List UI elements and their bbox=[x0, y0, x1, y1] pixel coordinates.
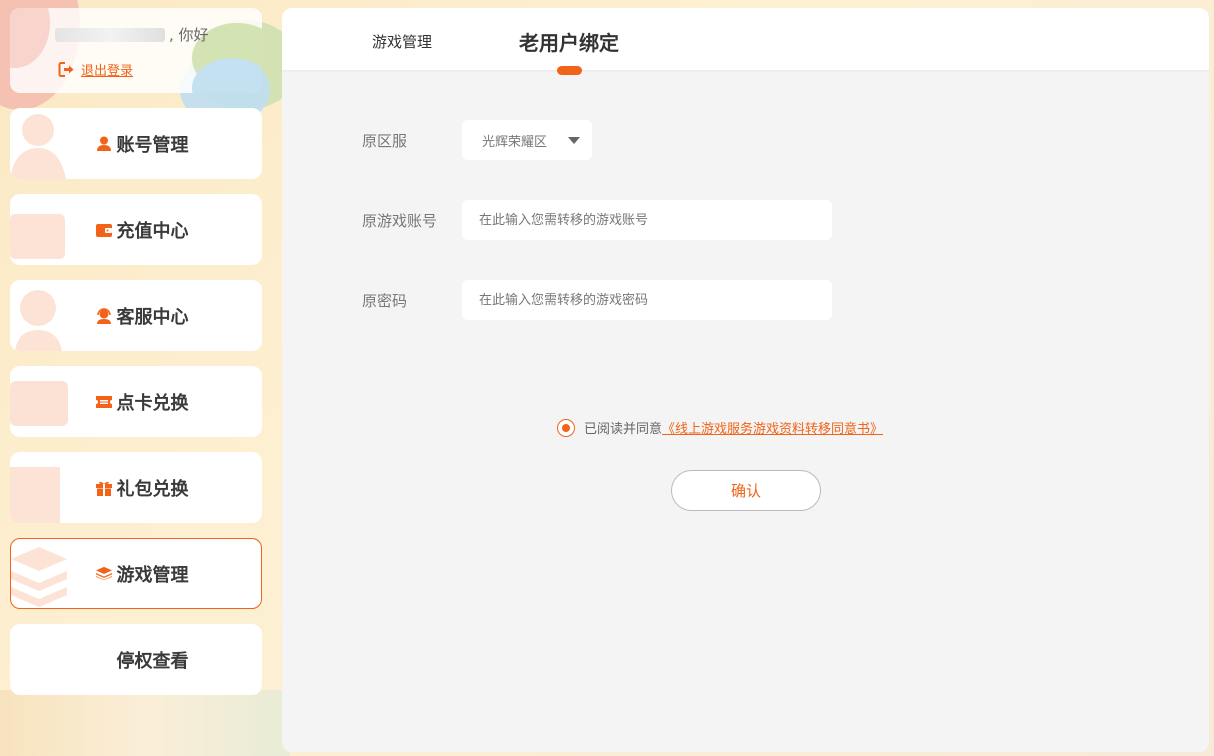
logout-icon[interactable] bbox=[58, 61, 75, 78]
caret-down-icon bbox=[568, 137, 580, 144]
wallet-ghost-icon bbox=[10, 214, 65, 259]
server-select-value: 光辉荣耀区 bbox=[482, 134, 548, 150]
nav-label: 充值中心 bbox=[116, 220, 189, 242]
nav-item-suspension-check[interactable]: 停权查看 bbox=[10, 624, 262, 695]
layers-ghost-icon bbox=[11, 547, 67, 607]
nav-label: 点卡兑换 bbox=[116, 392, 189, 414]
headset-ghost-icon bbox=[15, 290, 62, 351]
greeting-text: , 你好 bbox=[169, 26, 209, 44]
username-redacted bbox=[55, 27, 165, 42]
tab-bar: 游戏管理 老用户绑定 bbox=[282, 8, 1209, 75]
account-input[interactable] bbox=[462, 200, 832, 240]
nav-label: 礼包兑换 bbox=[116, 478, 189, 500]
user-icon bbox=[96, 136, 112, 152]
layers-icon bbox=[95, 566, 112, 582]
tab-game-manage[interactable]: 游戏管理 bbox=[372, 31, 432, 52]
ticket-ghost-icon bbox=[10, 381, 68, 426]
account-row: 原游戏账号 bbox=[362, 200, 832, 240]
confirm-button[interactable]: 确认 bbox=[671, 470, 821, 511]
password-label: 原密码 bbox=[362, 291, 408, 310]
active-tab-indicator bbox=[557, 66, 582, 75]
greeting: , 你好 bbox=[55, 24, 209, 45]
user-ghost-icon bbox=[10, 114, 66, 179]
nav-item-account[interactable]: 账号管理 bbox=[10, 108, 262, 179]
tab-bind-old-user[interactable]: 老用户绑定 bbox=[519, 27, 619, 56]
ticket-icon bbox=[95, 394, 112, 410]
user-card: , 你好 退出登录 bbox=[10, 8, 262, 93]
nav-item-recharge[interactable]: 充值中心 bbox=[10, 194, 262, 265]
wallet-icon bbox=[95, 222, 112, 238]
agreement-prefix: 已阅读并同意 bbox=[584, 422, 663, 437]
password-row: 原密码 bbox=[362, 280, 832, 320]
nav-item-customer-service[interactable]: 客服中心 bbox=[10, 280, 262, 351]
gift-ghost-icon bbox=[10, 467, 60, 523]
logout-row[interactable]: 退出登录 bbox=[58, 60, 133, 79]
account-label: 原游戏账号 bbox=[362, 211, 438, 230]
server-select[interactable]: 光辉荣耀区 bbox=[462, 120, 592, 160]
agreement-link[interactable]: 《线上游戏服务游戏资料转移同意书》 bbox=[662, 418, 883, 437]
headset-icon bbox=[96, 307, 112, 324]
agree-radio[interactable] bbox=[557, 418, 575, 437]
bg-decor-bottom bbox=[0, 690, 290, 756]
nav-label: 停权查看 bbox=[116, 650, 189, 672]
logout-link[interactable]: 退出登录 bbox=[81, 60, 133, 79]
nav-item-game-manage[interactable]: 游戏管理 bbox=[10, 538, 262, 609]
blank-icon bbox=[96, 652, 112, 668]
agreement-row: 已阅读并同意 《线上游戏服务游戏资料转移同意书》 bbox=[557, 418, 883, 437]
nav-label: 游戏管理 bbox=[116, 564, 189, 586]
server-row: 原区服 光辉荣耀区 bbox=[362, 120, 592, 160]
nav-label: 客服中心 bbox=[116, 306, 189, 328]
main-panel: 游戏管理 老用户绑定 原区服 光辉荣耀区 原游戏账号 原密码 已阅读并同意 《线… bbox=[282, 8, 1209, 752]
gift-icon bbox=[95, 480, 112, 496]
nav-item-card-exchange[interactable]: 点卡兑换 bbox=[10, 366, 262, 437]
nav-label: 账号管理 bbox=[116, 134, 189, 156]
password-input[interactable] bbox=[462, 280, 832, 320]
server-label: 原区服 bbox=[362, 131, 408, 150]
sidebar: , 你好 退出登录 账号管理 充值中心 客服中心 点卡兑换 礼包兑换 游戏管理 … bbox=[10, 8, 262, 695]
nav-item-gift-exchange[interactable]: 礼包兑换 bbox=[10, 452, 262, 523]
